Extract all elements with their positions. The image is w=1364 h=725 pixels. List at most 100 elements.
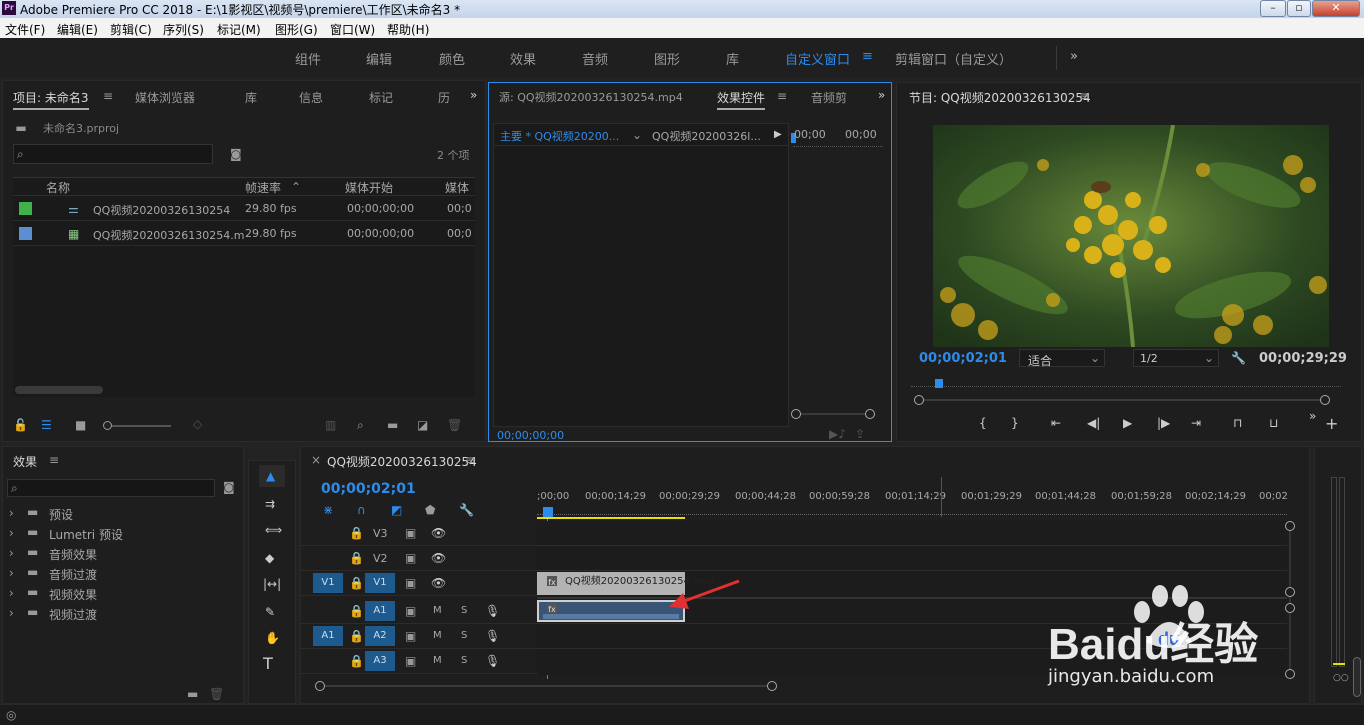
zoom-handle-right[interactable]: [865, 409, 875, 419]
zoom-handle-right[interactable]: [1320, 395, 1330, 405]
solo-button[interactable]: S: [461, 630, 467, 641]
track-target-a1[interactable]: A1: [365, 601, 395, 621]
timeline-settings-icon[interactable]: 🔧: [459, 503, 474, 517]
microphone-icon[interactable]: 🎙: [485, 604, 500, 618]
program-zoom-bar[interactable]: [914, 395, 1330, 405]
table-row[interactable]: ⚌ QQ视频20200326130254 29.80 fps 00;00;00;…: [13, 197, 475, 221]
meter-solo-icon[interactable]: ○○: [1333, 673, 1349, 683]
chevron-right-icon[interactable]: ›: [9, 546, 14, 560]
mark-out-icon[interactable]: }: [1011, 416, 1019, 430]
source-patch-a1[interactable]: A1: [313, 626, 343, 646]
automate-icon[interactable]: ▥: [325, 418, 336, 432]
zoom-slider-thumb[interactable]: [103, 421, 112, 430]
master-clip-label[interactable]: 主要 * QQ视频20200...: [500, 128, 619, 144]
ws-color[interactable]: 颜色: [439, 49, 465, 68]
program-ruler[interactable]: [911, 379, 1341, 388]
scroll-handle[interactable]: [1285, 521, 1295, 531]
fit-dropdown[interactable]: 适合 ⌄: [1019, 349, 1105, 368]
close-sequence-icon[interactable]: ×: [311, 453, 321, 467]
new-search-bin-icon[interactable]: ◙: [230, 147, 242, 161]
mark-in-icon[interactable]: {: [979, 416, 987, 430]
tab-info[interactable]: 信息: [299, 89, 323, 106]
lock-icon[interactable]: 🔒: [349, 654, 364, 668]
track-target-a2[interactable]: A2: [365, 626, 395, 646]
horizontal-scrollbar[interactable]: [15, 386, 103, 394]
eye-icon[interactable]: 👁: [431, 551, 446, 565]
zoom-slider[interactable]: [103, 421, 171, 430]
sequence-clip-label[interactable]: QQ视频20200326l...: [652, 128, 761, 144]
minimize-button[interactable]: –: [1260, 0, 1286, 17]
track-label[interactable]: V2: [373, 552, 388, 565]
new-item-icon[interactable]: ◪: [417, 418, 428, 432]
col-media-start[interactable]: 媒体开始: [345, 179, 393, 196]
microphone-icon[interactable]: 🎙: [485, 654, 500, 668]
tree-item-audio-effects[interactable]: › ▬ 音频效果: [7, 543, 241, 563]
sync-lock-icon[interactable]: ▣: [405, 654, 416, 668]
sync-lock-icon[interactable]: ▣: [405, 576, 416, 590]
lock-icon[interactable]: 🔒: [349, 629, 364, 643]
sequence-timecode[interactable]: 00;00;02;01: [321, 481, 416, 497]
zoom-handle-left[interactable]: [914, 395, 924, 405]
time-ruler[interactable]: ;00;00 00;00;14;29 00;00;29;29 00;00;44;…: [537, 487, 1291, 519]
menu-sequence[interactable]: 序列(S): [163, 21, 204, 38]
accelerated-effects-icon[interactable]: ◙: [223, 480, 235, 494]
play-only-icon[interactable]: ▶: [774, 128, 782, 142]
track-select-icon[interactable]: ⇉: [265, 497, 275, 511]
ws-custom-menu-icon[interactable]: ≡: [862, 49, 873, 64]
program-timecode[interactable]: 00;00;02;01: [919, 351, 1007, 366]
ws-effects[interactable]: 效果: [510, 49, 536, 68]
tab-sequence[interactable]: QQ视频20200326130254: [327, 453, 477, 470]
chevron-right-icon[interactable]: ›: [9, 566, 14, 580]
effects-search-input[interactable]: ⌕: [7, 479, 215, 497]
tab-effect-controls[interactable]: 效果控件: [717, 89, 766, 110]
ws-clip-custom[interactable]: 剪辑窗口（自定义）: [895, 49, 1012, 68]
clear-icon[interactable]: 🗑: [447, 418, 462, 432]
solo-button[interactable]: S: [461, 605, 467, 616]
tab-program[interactable]: 节目: QQ视频20200326130254: [909, 89, 1091, 106]
lock-icon[interactable]: 🔒: [349, 526, 364, 540]
play-icon[interactable]: ▶: [1123, 416, 1132, 430]
ws-libraries[interactable]: 库: [726, 49, 739, 68]
playhead-marker[interactable]: [935, 379, 943, 388]
ws-editing[interactable]: 编辑: [366, 49, 392, 68]
chevron-right-icon[interactable]: ›: [9, 606, 14, 620]
menu-graphics[interactable]: 图形(G): [275, 21, 318, 38]
lock-icon[interactable]: 🔒: [349, 604, 364, 618]
list-view-icon[interactable]: ☰: [41, 418, 52, 432]
table-row[interactable]: ▦ QQ视频20200326130254.m 29.80 fps 00;00;0…: [13, 222, 475, 246]
work-area-bar[interactable]: [537, 517, 685, 519]
add-marker-icon[interactable]: ⬟: [425, 503, 435, 517]
ec-zoom-bar[interactable]: [791, 409, 875, 419]
sort-ascending-icon[interactable]: ⌃: [291, 180, 301, 194]
chevron-right-icon[interactable]: ›: [9, 526, 14, 540]
tab-audio-mixer[interactable]: 音频剪: [811, 89, 847, 106]
zoom-handle-left[interactable]: [315, 681, 325, 691]
pen-icon[interactable]: ✎: [265, 605, 275, 619]
tab-library[interactable]: 库: [245, 89, 257, 106]
menu-edit[interactable]: 编辑(E): [57, 21, 98, 38]
track-target-v1[interactable]: V1: [365, 573, 395, 593]
lock-icon[interactable]: 🔒: [349, 551, 364, 565]
more-controls-icon[interactable]: »: [1309, 409, 1316, 423]
sync-lock-icon[interactable]: ▣: [405, 604, 416, 618]
panel-overflow-icon[interactable]: »: [470, 88, 477, 102]
tab-project[interactable]: 项目: 未命名3: [13, 89, 89, 110]
menu-marker[interactable]: 标记(M): [217, 21, 261, 38]
solo-button[interactable]: S: [461, 655, 467, 666]
go-to-out-icon[interactable]: ⇥: [1191, 416, 1201, 430]
project-search-input[interactable]: ⌕: [13, 144, 213, 164]
new-bin-icon[interactable]: ▬: [187, 687, 198, 701]
export-icon[interactable]: ⇪: [855, 427, 865, 441]
tree-item-video-transitions[interactable]: › ▬ 视频过渡: [7, 603, 241, 623]
tab-history[interactable]: 历: [438, 89, 450, 106]
zoom-handle-left[interactable]: [791, 409, 801, 419]
audio-solo-icon[interactable]: ▶♪: [829, 427, 846, 441]
eye-icon[interactable]: 👁: [431, 526, 446, 540]
sort-icon[interactable]: ◇: [193, 417, 202, 431]
track-target-a3[interactable]: A3: [365, 651, 395, 671]
track-label[interactable]: V3: [373, 527, 388, 540]
lock-icon[interactable]: 🔒: [349, 576, 364, 590]
tab-source[interactable]: 源: QQ视频20200326130254.mp4: [499, 89, 683, 105]
tab-media-browser[interactable]: 媒体浏览器: [135, 89, 195, 106]
chevron-down-icon[interactable]: ⌄: [632, 128, 642, 142]
